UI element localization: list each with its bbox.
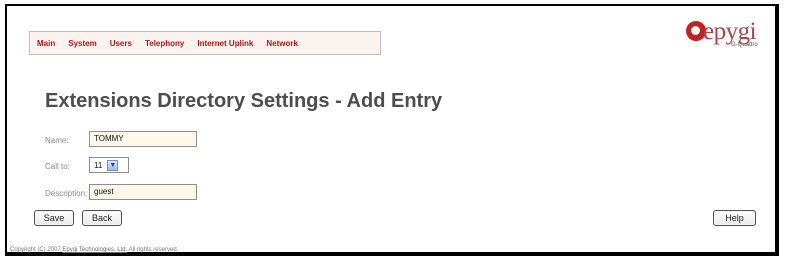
call-to-select[interactable]: 11 ▼ [89,157,129,173]
nav-main[interactable]: Main [37,39,55,48]
name-field[interactable]: TOMMY [89,131,197,147]
call-to-label: Call to: [45,162,70,171]
nav-network[interactable]: Network [266,39,298,48]
chevron-down-icon[interactable]: ▼ [107,159,119,171]
nav-telephony[interactable]: Telephony [145,39,184,48]
description-field[interactable]: guest [89,184,197,200]
copyright-prefix: Copyright (C) 2007 [10,247,63,253]
logo-subtitle: G-Quadro [731,42,758,48]
page-title: Extensions Directory Settings - Add Entr… [45,90,443,112]
nav-users[interactable]: Users [110,39,132,48]
name-label: Name: [45,136,69,145]
application-window: Main System Users Telephony Internet Upl… [5,4,779,256]
help-button[interactable]: Help [713,210,756,226]
copyright-suffix: All rights reserved. [127,247,179,253]
nav-internet-uplink[interactable]: Internet Uplink [197,39,253,48]
call-to-value: 11 [94,160,103,170]
save-button[interactable]: Save [34,210,74,226]
nav-system[interactable]: System [68,39,96,48]
company-link[interactable]: Epygi Technologies, Ltd. [62,247,127,253]
epygi-logo: epygi G-Quadro [686,18,781,59]
back-button[interactable]: Back [82,210,122,226]
description-label: Description: [45,189,88,198]
copyright-footer: Copyright (C) 2007 Epygi Technologies, L… [10,247,178,253]
main-navigation: Main System Users Telephony Internet Upl… [29,31,381,55]
